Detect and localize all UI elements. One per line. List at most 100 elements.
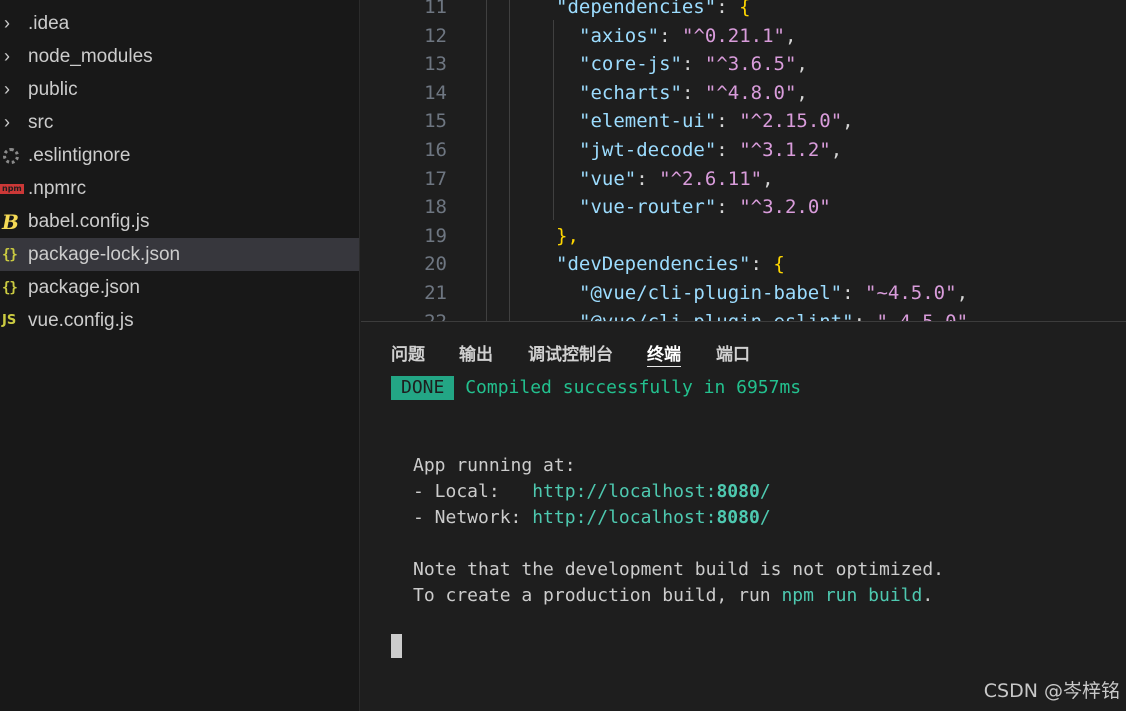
network-label: - Network: (413, 507, 533, 528)
tab-problems[interactable]: 问题 (391, 340, 425, 366)
punctuation: : (716, 0, 740, 18)
tree-file-vue-config[interactable]: JS vue.config.js (0, 304, 359, 337)
prod-prefix: To create a production build, run (413, 585, 782, 606)
json-key: @vue/cli-plugin-babel (590, 282, 831, 304)
comma: , (796, 81, 808, 104)
line-number: 16 (424, 139, 447, 161)
tree-file-npmrc[interactable]: npm .npmrc (0, 172, 359, 205)
json-key: jwt-decode (590, 139, 705, 161)
local-label: - Local: (413, 481, 533, 502)
code-line: 15 "element-ui": "^2.15.0", (361, 107, 1126, 136)
open-brace: { (773, 253, 785, 276)
tree-folder-src[interactable]: › src (0, 106, 359, 139)
local-url-suffix[interactable]: / (760, 481, 771, 502)
punctuation: " (830, 282, 843, 304)
json-key: vue-router (590, 196, 705, 219)
code-line: 16 "jwt-decode": "^3.1.2", (361, 136, 1126, 165)
punctuation: " (750, 167, 763, 190)
watermark: CSDN @岑梓铭 (983, 680, 1120, 702)
tree-folder-idea[interactable]: › .idea (0, 7, 359, 40)
local-url-line: - Local: http://localhost:8080/ (413, 479, 771, 505)
tab-terminal[interactable]: 终端 (647, 340, 681, 367)
code-text: "axios": "^0.21.1", (579, 22, 796, 51)
code-text: "echarts": "^4.8.0", (579, 79, 808, 108)
punctuation: " (704, 53, 717, 76)
chevron-right-icon: › (4, 46, 10, 66)
punctuation: " (579, 196, 591, 219)
bottom-panel: 问题 输出 调试控制台 终端 端口 DONE Compiled successf… (361, 321, 1126, 711)
network-url-line: - Network: http://localhost:8080/ (413, 505, 771, 531)
tree-item-label: .eslintignore (28, 144, 131, 166)
chevron-right-icon: › (4, 112, 10, 132)
code-text: }, (556, 222, 579, 251)
punctuation: " (739, 253, 751, 276)
tab-ports[interactable]: 端口 (716, 340, 750, 366)
tab-output[interactable]: 输出 (459, 340, 493, 366)
tree-item-label: .idea (28, 12, 70, 34)
code-text: "jwt-decode": "^3.1.2", (579, 136, 842, 165)
code-line: 18 "vue-router": "^3.2.0" (361, 193, 1126, 222)
line-number: 11 (424, 0, 447, 18)
line-number: 12 (424, 24, 447, 47)
punctuation: " (830, 110, 843, 133)
code-editor[interactable]: 11 "dependencies": {12 "axios": "^0.21.1",… (361, 0, 1126, 321)
punctuation: " (556, 253, 568, 276)
tree-icon-slot (0, 147, 28, 164)
line-number: 15 (424, 110, 447, 133)
punctuation: : (681, 81, 705, 104)
code-text: "@vue/cli-plugin-babel": "~4.5.0", (579, 279, 968, 308)
comma: , (796, 53, 808, 76)
tree-folder-public[interactable]: › public (0, 73, 359, 106)
punctuation: " (819, 196, 831, 219)
punctuation: " (739, 110, 751, 133)
punctuation: : (636, 167, 660, 190)
json-value: ^3.1.2 (750, 139, 820, 161)
local-url-port[interactable]: 8080 (716, 481, 759, 502)
local-url-prefix[interactable]: http://localhost: (532, 481, 716, 502)
tree-file-package-json[interactable]: {} package.json (0, 271, 359, 304)
network-url-suffix[interactable]: / (760, 507, 771, 528)
babel-icon: B (2, 209, 19, 234)
gear-icon (3, 147, 19, 164)
punctuation: " (784, 81, 797, 104)
terminal-cursor[interactable] (391, 634, 402, 658)
line-number: 13 (424, 53, 447, 76)
punctuation: " (784, 53, 797, 76)
tree-item-label: public (28, 78, 78, 100)
code-line: 11 "dependencies": { (361, 0, 1126, 22)
punctuation: " (842, 311, 853, 321)
punctuation: : (750, 253, 774, 276)
tree-file-eslintignore[interactable]: .eslintignore (0, 139, 359, 172)
punctuation: " (704, 139, 717, 161)
json-value: ^3.2.0 (750, 196, 820, 219)
json-icon: {} (2, 246, 18, 263)
json-value: ^0.21.1 (693, 24, 774, 47)
tree-icon-slot: npm (0, 183, 28, 194)
punctuation: " (945, 282, 957, 304)
tree-folder-node-modules[interactable]: › node_modules (0, 40, 359, 73)
comma: , (956, 282, 969, 304)
punctuation: " (624, 167, 637, 190)
punctuation: " (739, 196, 751, 219)
network-url-prefix[interactable]: http://localhost: (532, 507, 716, 528)
punctuation: " (865, 282, 877, 304)
comma: , (762, 167, 774, 190)
tree-file-package-lock[interactable]: {} package-lock.json (0, 238, 359, 271)
tree-item-label: package-lock.json (28, 243, 181, 265)
json-value: ^3.6.5 (716, 53, 785, 76)
json-value: ~4.5.0 (888, 311, 957, 321)
punctuation: " (739, 139, 751, 161)
punctuation: " (579, 81, 591, 104)
code-line: 13 "core-js": "^3.6.5", (361, 50, 1126, 79)
json-value: ^2.15.0 (750, 110, 831, 133)
punctuation: " (579, 110, 591, 133)
tree-file-babel-config[interactable]: B babel.config.js (0, 205, 359, 238)
punctuation: " (579, 311, 590, 321)
comma: , (968, 311, 979, 321)
code-text: "devDependencies": { (556, 250, 785, 279)
json-value: ^2.6.11 (670, 167, 751, 190)
network-url-port[interactable]: 8080 (716, 507, 759, 528)
npm-icon: npm (0, 183, 24, 194)
tab-debug-console[interactable]: 调试控制台 (528, 340, 613, 366)
punctuation: : (716, 196, 740, 219)
